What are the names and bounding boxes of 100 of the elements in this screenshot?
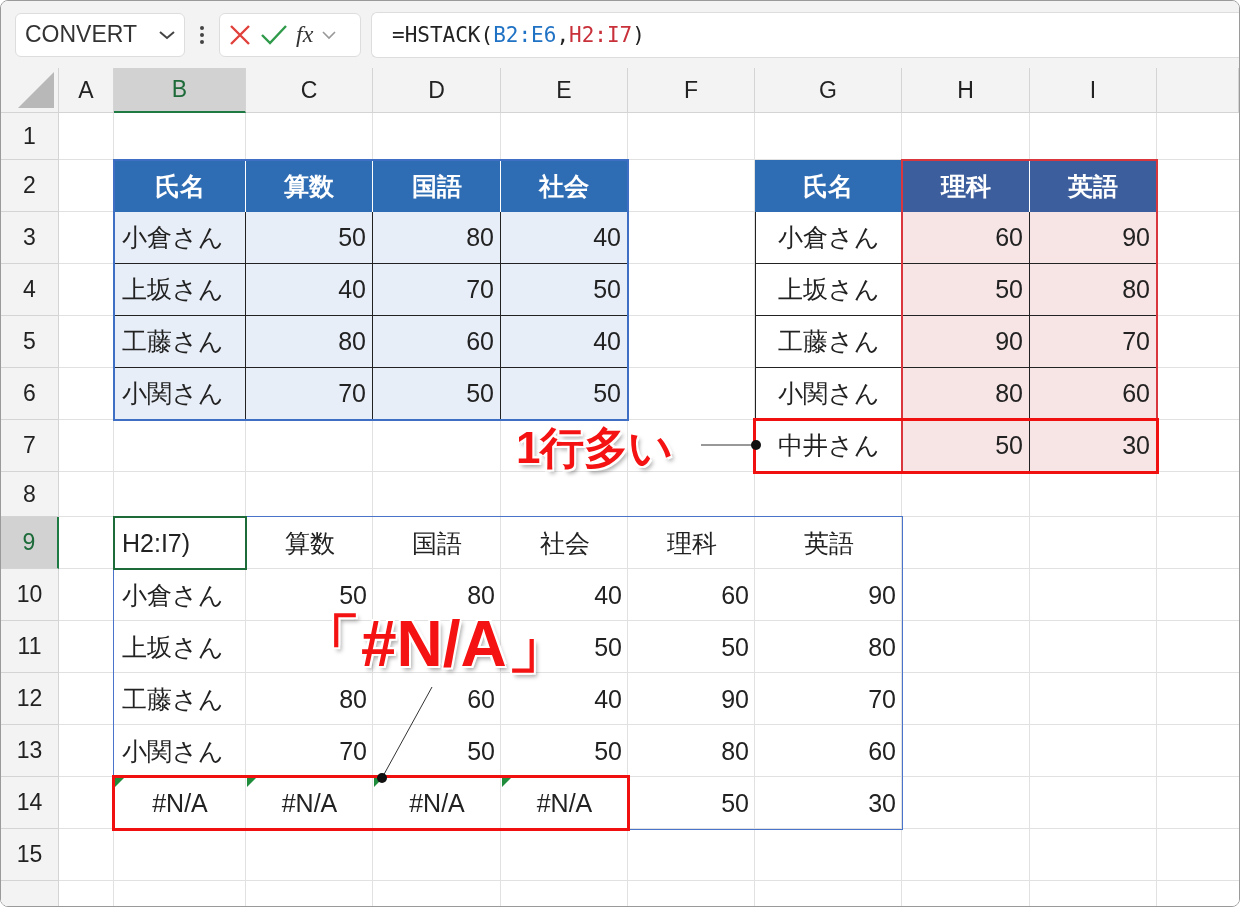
table-cell: 工藤さん [755, 316, 902, 368]
table-cell: 40 [501, 316, 628, 368]
check-icon[interactable] [260, 23, 288, 46]
table-cell: 50 [246, 212, 373, 264]
table-cell-text: 社会 [539, 527, 590, 559]
table-cell: 50 [721, 632, 749, 662]
table-cell: 小関さん [114, 368, 246, 420]
table-cell: 80 [467, 580, 495, 610]
table-cell: 80 [868, 632, 896, 662]
table-cell: 80 [246, 316, 373, 368]
table-cell-text: 算数 [284, 527, 335, 559]
table-cell: 50 [902, 420, 1030, 472]
table-cell: 70 [373, 264, 501, 316]
table-cell: 上坂さん [755, 264, 902, 316]
table-cell-text: 工藤さん [122, 683, 224, 715]
table-header-cell: 理科 [902, 160, 1030, 212]
table-cell: 50 [373, 368, 501, 420]
table-cell-text: 国語 [412, 527, 462, 559]
table-cell: 80 [1030, 264, 1157, 316]
table-cell: 90 [1030, 212, 1157, 264]
row-header[interactable]: 12 [1, 673, 59, 725]
table-header-cell: 氏名 [114, 160, 246, 212]
table-cell: 80 [339, 684, 367, 714]
callout-text: 「#N/A」 [297, 607, 571, 682]
table-cell: 40 [501, 212, 628, 264]
table-cell: #N/A [281, 788, 338, 818]
row-header[interactable]: 5 [1, 316, 59, 368]
table-cell: 40 [246, 264, 373, 316]
row-header[interactable]: 2 [1, 160, 59, 212]
table-header-cell: 国語 [373, 160, 501, 212]
table-cell-text: 理科 [666, 527, 717, 559]
table-cell-text: 小倉さん [122, 579, 224, 611]
column-header[interactable]: E [501, 68, 628, 113]
table-cell: 80 [373, 212, 501, 264]
row-header[interactable]: 7 [1, 420, 59, 472]
table-cell: 90 [721, 684, 749, 714]
more-icon[interactable] [199, 24, 205, 45]
table-cell: H2:I7) [122, 528, 191, 558]
table-cell: 上坂さん [114, 264, 246, 316]
column-header[interactable]: D [373, 68, 501, 113]
row-header[interactable]: 9 [1, 517, 59, 569]
table-cell: 工藤さん [114, 316, 246, 368]
table-cell: 50 [594, 632, 622, 662]
table-cell: 70 [1030, 316, 1157, 368]
row-header[interactable]: 14 [1, 777, 59, 829]
column-header[interactable]: H [902, 68, 1030, 113]
row-header[interactable]: 6 [1, 368, 59, 420]
table-cell: 90 [902, 316, 1030, 368]
table-cell: 80 [721, 736, 749, 766]
table-cell: 70 [246, 368, 373, 420]
table-cell-text: 小関さん [122, 735, 224, 767]
table-cell: 50 [902, 264, 1030, 316]
table-cell-text: 英語 [803, 527, 854, 559]
table-cell: 50 [721, 788, 749, 818]
row-header[interactable]: 1 [1, 113, 59, 160]
table-cell: 70 [339, 736, 367, 766]
column-header[interactable]: G [755, 68, 902, 113]
row-header[interactable]: 3 [1, 212, 59, 264]
table-cell: 60 [373, 316, 501, 368]
row-header[interactable]: 10 [1, 569, 59, 621]
table-header-cell: 算数 [246, 160, 373, 212]
chevron-down-icon[interactable] [158, 29, 176, 40]
table-cell: 50 [501, 264, 628, 316]
table-cell: #N/A [409, 788, 465, 818]
table-header-cell: 英語 [1030, 160, 1157, 212]
table-cell: 80 [902, 368, 1030, 420]
column-header[interactable]: F [628, 68, 755, 113]
column-header[interactable]: I [1030, 68, 1157, 113]
cancel-icon[interactable] [228, 22, 252, 47]
table-header-cell: 氏名 [755, 160, 902, 212]
column-header[interactable]: B [114, 68, 246, 113]
table-cell-text: 上坂さん [122, 631, 224, 663]
name-box[interactable]: CONVERT [15, 12, 185, 57]
row-header[interactable]: 4 [1, 264, 59, 316]
table-cell: 50 [467, 736, 495, 766]
row-header[interactable]: 8 [1, 472, 59, 517]
callout-text: 1行多い [516, 422, 674, 474]
insert-function-button[interactable]: fx [296, 21, 314, 48]
table-cell: 60 [902, 212, 1030, 264]
formula-field[interactable]: =HSTACK(B2:E6,H2:I7) [371, 11, 1239, 58]
table-cell: 30 [868, 788, 896, 818]
table-cell: 小倉さん [114, 212, 246, 264]
table-cell: 50 [339, 580, 367, 610]
row-header[interactable]: 13 [1, 725, 59, 777]
column-header[interactable]: A [59, 68, 114, 113]
table-cell: 90 [868, 580, 896, 610]
table-cell: 70 [868, 684, 896, 714]
table-cell: 60 [721, 580, 749, 610]
table-cell: 60 [1030, 368, 1157, 420]
row-header[interactable]: 15 [1, 829, 59, 881]
table-cell: 40 [594, 580, 622, 610]
table-cell: #N/A [536, 788, 593, 818]
table-cell: 50 [501, 368, 628, 420]
table-header-cell: 社会 [501, 160, 628, 212]
table-cell: 40 [594, 684, 622, 714]
table-cell: 60 [868, 736, 896, 766]
leader-line [701, 439, 763, 451]
row-header[interactable]: 11 [1, 621, 59, 673]
column-header[interactable]: C [246, 68, 373, 113]
table-cell: 30 [1030, 420, 1157, 472]
